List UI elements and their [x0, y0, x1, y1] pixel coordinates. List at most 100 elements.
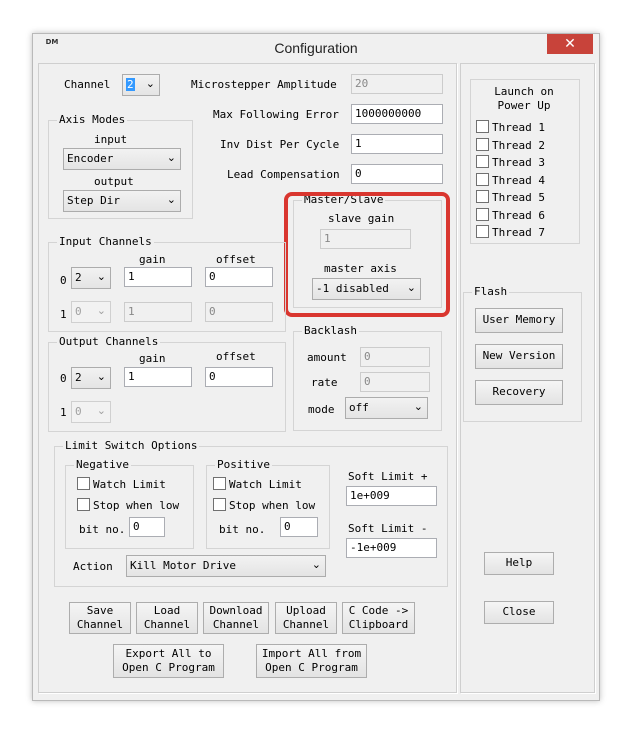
chevron-down-icon: ⌄ [96, 270, 106, 283]
axis-input-label: input [94, 133, 128, 146]
user-memory-button[interactable]: User Memory [475, 308, 563, 333]
thread-3-checkbox[interactable] [476, 155, 489, 168]
max-following-label: Max Following Error [213, 108, 339, 121]
output-row-0-channel-select[interactable]: 2 ⌄ [71, 367, 111, 389]
input-channels-title: Input Channels [57, 235, 154, 248]
new-version-button[interactable]: New Version [475, 344, 563, 369]
chevron-down-icon: ⌄ [166, 151, 176, 164]
load-channel-button[interactable]: Load Channel [136, 602, 198, 634]
max-following-field[interactable]: 1000000000 [351, 104, 443, 124]
positive-watch-checkbox[interactable] [213, 477, 226, 490]
thread-5-checkbox[interactable] [476, 190, 489, 203]
thread-4-label: Thread 4 [492, 174, 545, 187]
axis-input-value: Encoder [67, 152, 114, 165]
lead-comp-field[interactable]: 0 [351, 164, 443, 184]
input-row-1-offset-field[interactable]: 0 [205, 302, 273, 322]
negative-watch-label: Watch Limit [93, 478, 166, 491]
export-all-button[interactable]: Export All to Open C Program [113, 644, 224, 678]
c-code-clipboard-button[interactable]: C Code -> Clipboard [342, 602, 415, 634]
negative-watch-checkbox[interactable] [77, 477, 90, 490]
window-title: Configuration [274, 40, 358, 56]
positive-bit-field[interactable]: 0 [280, 517, 318, 537]
save-channel-button[interactable]: Save Channel [69, 602, 131, 634]
backlash-rate-field[interactable]: 0 [360, 372, 430, 392]
thread-4-checkbox[interactable] [476, 173, 489, 186]
output-row-1-channel-select[interactable]: 0 ⌄ [71, 401, 111, 423]
master-slave-highlight [284, 192, 450, 317]
negative-bit-field[interactable]: 0 [129, 517, 165, 537]
positive-stop-checkbox[interactable] [213, 498, 226, 511]
input-row-1-channel-value: 0 [75, 305, 82, 318]
title-bar[interactable]: DM Configuration ✕ [33, 34, 599, 62]
output-channels-title: Output Channels [57, 335, 161, 348]
output-row-0-offset-field[interactable]: 0 [205, 367, 273, 387]
thread-1-checkbox[interactable] [476, 120, 489, 133]
positive-stop-label: Stop when low [229, 499, 316, 512]
output-row-0-index: 0 [60, 372, 67, 385]
soft-limit-plus-label: Soft Limit + [348, 470, 428, 483]
chevron-down-icon: ⌄ [96, 404, 106, 417]
positive-limit-title: Positive [215, 458, 272, 471]
chevron-down-icon: ⌄ [96, 304, 106, 317]
close-button[interactable]: Close [484, 601, 554, 624]
thread-2-checkbox[interactable] [476, 138, 489, 151]
thread-3-label: Thread 3 [492, 156, 545, 169]
close-icon[interactable]: ✕ [547, 34, 593, 54]
backlash-mode-select[interactable]: off ⌄ [345, 397, 428, 419]
thread-1-label: Thread 1 [492, 121, 545, 134]
channel-select[interactable]: 2 ⌄ [122, 74, 160, 96]
thread-2-label: Thread 2 [492, 139, 545, 152]
import-all-button[interactable]: Import All from Open C Program [256, 644, 367, 678]
thread-7-checkbox[interactable] [476, 225, 489, 238]
soft-limit-minus-field[interactable]: -1e+009 [346, 538, 437, 558]
action-value: Kill Motor Drive [130, 559, 236, 572]
chevron-down-icon: ⌄ [166, 193, 176, 206]
negative-limit-title: Negative [74, 458, 131, 471]
axis-output-select[interactable]: Step Dir ⌄ [63, 190, 181, 212]
axis-output-label: output [94, 175, 134, 188]
input-row-0-channel-value: 2 [75, 271, 82, 284]
thread-7-label: Thread 7 [492, 226, 545, 239]
microstepper-field[interactable]: 20 [351, 74, 443, 94]
thread-6-checkbox[interactable] [476, 208, 489, 221]
axis-output-value: Step Dir [67, 194, 120, 207]
help-button[interactable]: Help [484, 552, 554, 575]
input-row-0-offset-field[interactable]: 0 [205, 267, 273, 287]
upload-channel-button[interactable]: Upload Channel [275, 602, 337, 634]
backlash-mode-label: mode [308, 403, 335, 416]
output-row-0-channel-value: 2 [75, 371, 82, 384]
action-select[interactable]: Kill Motor Drive ⌄ [126, 555, 326, 577]
input-row-0-channel-select[interactable]: 2 ⌄ [71, 267, 111, 289]
configuration-window: DM Configuration ✕ Channel 2 ⌄ Microstep… [32, 33, 600, 701]
input-row-0-index: 0 [60, 274, 67, 287]
threads-title: Launch on Power Up [494, 85, 554, 112]
channel-value: 2 [126, 78, 135, 91]
input-row-1-channel-select[interactable]: 0 ⌄ [71, 301, 111, 323]
thread-6-label: Thread 6 [492, 209, 545, 222]
chevron-down-icon: ⌄ [96, 370, 106, 383]
flash-title: Flash [472, 285, 510, 298]
negative-stop-label: Stop when low [93, 499, 180, 512]
axis-input-select[interactable]: Encoder ⌄ [63, 148, 181, 170]
backlash-mode-value: off [349, 401, 369, 414]
negative-stop-checkbox[interactable] [77, 498, 90, 511]
input-offset-label: offset [216, 253, 256, 266]
recovery-button[interactable]: Recovery [475, 380, 563, 405]
limit-switch-title: Limit Switch Options [63, 439, 200, 452]
backlash-amount-field[interactable]: 0 [360, 347, 430, 367]
input-row-0-gain-field[interactable]: 1 [124, 267, 192, 287]
chevron-down-icon: ⌄ [145, 77, 155, 90]
soft-limit-plus-field[interactable]: 1e+009 [346, 486, 437, 506]
download-channel-button[interactable]: Download Channel [203, 602, 269, 634]
input-gain-label: gain [139, 253, 166, 266]
output-gain-label: gain [139, 352, 166, 365]
output-row-1-index: 1 [60, 406, 67, 419]
input-row-1-gain-field[interactable]: 1 [124, 302, 192, 322]
axis-modes-title: Axis Modes [57, 113, 128, 126]
output-row-1-channel-value: 0 [75, 405, 82, 418]
microstepper-label: Microstepper Amplitude [191, 78, 337, 91]
action-label: Action [73, 560, 113, 573]
output-row-0-gain-field[interactable]: 1 [124, 367, 192, 387]
chevron-down-icon: ⌄ [311, 558, 321, 571]
inv-dist-field[interactable]: 1 [351, 134, 443, 154]
